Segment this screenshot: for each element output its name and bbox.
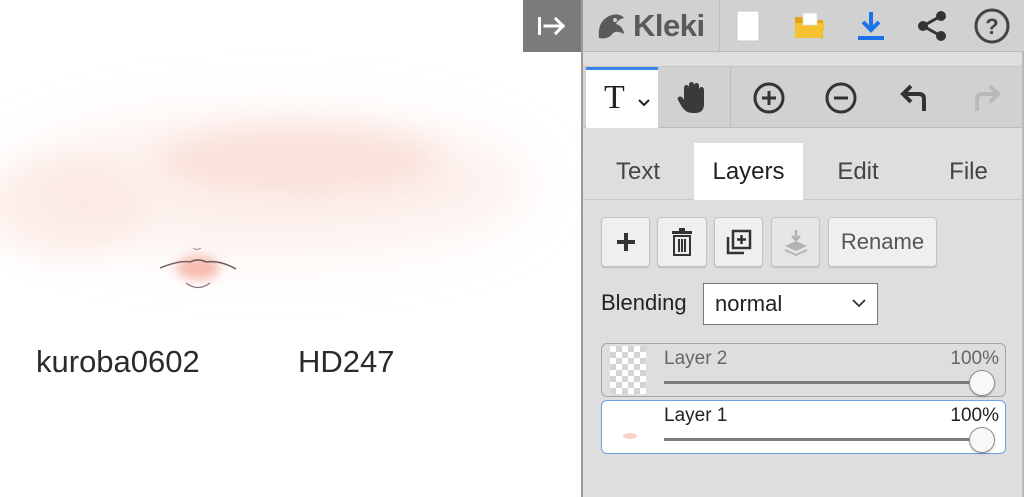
undo-icon: [900, 84, 926, 111]
layer-opacity-slider-handle[interactable]: [969, 427, 995, 453]
canvas-text-hd247: HD247: [298, 344, 395, 379]
tool-row: T: [583, 66, 1024, 128]
plus-icon: [616, 233, 635, 251]
save-download-button[interactable]: [851, 6, 891, 46]
help-button[interactable]: ?: [972, 6, 1012, 46]
merge-layer-down-button[interactable]: [771, 217, 820, 267]
layer-item-layer-2[interactable]: Layer 2 100%: [601, 343, 1006, 397]
trash-icon: [672, 228, 692, 256]
layer-item-layer-1[interactable]: Layer 1 100%: [601, 400, 1006, 454]
text-tool-button[interactable]: T: [586, 67, 658, 128]
share-button[interactable]: [912, 6, 952, 46]
tab-layers[interactable]: Layers: [694, 143, 803, 200]
collapse-arrow-icon: [538, 16, 566, 36]
layer-opacity-track[interactable]: [664, 438, 982, 441]
divider: [730, 67, 731, 128]
kleki-logo-icon: [598, 14, 624, 39]
drawing-canvas[interactable]: kuroba0602 HD247: [0, 0, 581, 497]
chevron-down-icon[interactable]: [637, 98, 651, 108]
new-file-icon: [736, 10, 760, 42]
merge-down-icon: [784, 230, 807, 256]
redo-icon: [975, 84, 1001, 111]
duplicate-layer-button[interactable]: [714, 217, 763, 267]
top-bar: Kleki ?: [583, 0, 1024, 52]
new-file-button[interactable]: [728, 6, 768, 46]
duplicate-icon: [726, 229, 751, 255]
zoom-out-icon: [825, 82, 857, 114]
kleki-logo[interactable]: Kleki: [593, 0, 705, 52]
blending-mode-value: normal: [715, 291, 783, 316]
zoom-out-button[interactable]: [821, 78, 861, 118]
collapse-sidebar-button[interactable]: [523, 0, 581, 52]
layer-opacity-fill: [664, 381, 982, 384]
undo-button[interactable]: [895, 78, 935, 118]
canvas-artwork: [0, 115, 530, 289]
layer-thumbnail: [610, 403, 646, 451]
sidebar: Kleki ? T Text Layers Edit File Rename B…: [581, 0, 1024, 497]
layer-opacity-value: 100%: [950, 405, 999, 426]
blending-mode-select[interactable]: normal: [703, 283, 878, 325]
chevron-down-icon: [852, 299, 866, 308]
layer-thumbnail: [610, 346, 646, 394]
rename-layer-button[interactable]: Rename: [828, 217, 937, 267]
help-icon: ?: [974, 8, 1010, 44]
redo-button[interactable]: [966, 78, 1006, 118]
layer-name: Layer 2: [664, 348, 728, 369]
layer-opacity-value: 100%: [950, 348, 999, 369]
folder-icon: [795, 12, 825, 38]
tab-text[interactable]: Text: [583, 143, 693, 200]
open-file-button[interactable]: [790, 6, 830, 46]
hand-icon: [677, 82, 704, 113]
layer-thumbnail-art: [623, 433, 637, 439]
svg-text:?: ?: [985, 14, 998, 39]
zoom-in-button[interactable]: [749, 78, 789, 118]
add-layer-button[interactable]: [601, 217, 650, 267]
blending-label: Blending: [601, 290, 687, 315]
canvas-text-kuroba: kuroba0602: [36, 344, 200, 379]
download-icon: [858, 12, 884, 40]
hand-tool-button[interactable]: [673, 78, 713, 118]
tab-file[interactable]: File: [913, 143, 1024, 200]
divider: [719, 0, 720, 52]
logo-text: Kleki: [633, 8, 705, 43]
tab-edit[interactable]: Edit: [803, 143, 913, 200]
layer-opacity-track[interactable]: [664, 381, 982, 384]
panel-tabs: Text Layers Edit File: [583, 143, 1024, 200]
layer-name: Layer 1: [664, 405, 728, 426]
delete-layer-button[interactable]: [657, 217, 707, 267]
text-tool-label: T: [604, 79, 625, 116]
share-icon: [918, 11, 946, 41]
zoom-in-icon: [753, 82, 785, 114]
layer-opacity-fill: [664, 438, 982, 441]
layer-opacity-slider-handle[interactable]: [969, 370, 995, 396]
